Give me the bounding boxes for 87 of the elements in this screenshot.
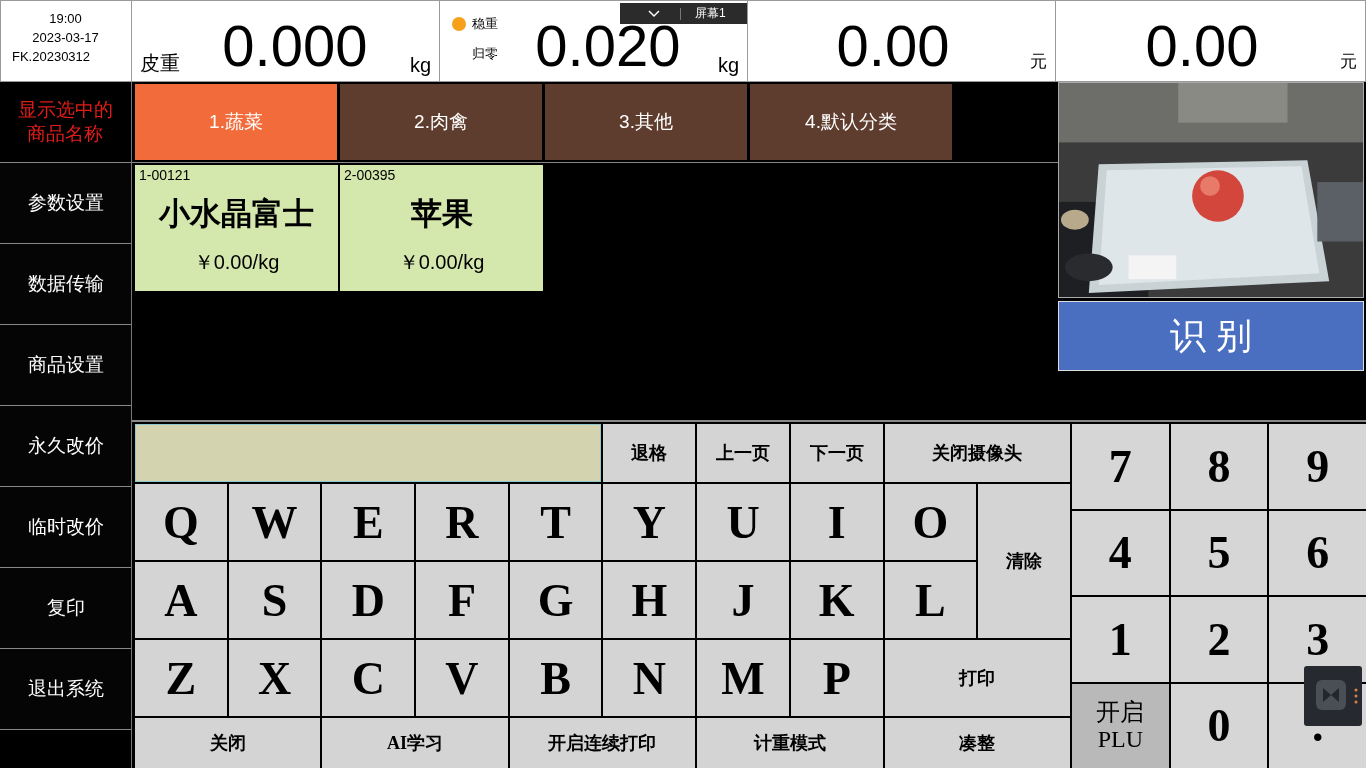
display-unit: 元 — [1340, 51, 1357, 73]
key-button[interactable]: 凑整 — [884, 718, 1070, 768]
key-button[interactable]: X — [228, 640, 321, 716]
numpad-key[interactable]: 9 — [1269, 424, 1366, 509]
key-button[interactable]: R — [416, 484, 508, 560]
numpad-key[interactable]: 8 — [1170, 424, 1268, 509]
key-button[interactable]: Y — [603, 484, 696, 560]
key-button[interactable]: 打印 — [884, 640, 1070, 716]
key-button[interactable]: S — [228, 562, 321, 638]
display-value: 0.00 — [1144, 21, 1260, 71]
product-tile[interactable]: 2-00395 苹果 ￥0.00/kg — [340, 165, 543, 291]
plu-toggle-button[interactable]: 开启 PLU — [1072, 683, 1169, 768]
sidebar-item[interactable]: 复印 — [0, 568, 131, 649]
key-button[interactable]: Z — [135, 640, 227, 716]
key-button[interactable]: 清除 — [978, 484, 1070, 638]
key-button[interactable]: D — [322, 562, 415, 638]
numpad-key[interactable]: 0 — [1170, 683, 1268, 768]
display-unit: 元 — [1030, 51, 1047, 73]
key-button[interactable]: P — [790, 640, 883, 716]
product-price: ￥0.00/kg — [192, 250, 281, 275]
key-button[interactable]: W — [228, 484, 321, 560]
indicator-label: 归零 — [472, 45, 498, 63]
key-button[interactable]: 关闭摄像头 — [884, 424, 1070, 482]
display-unit: kg — [409, 54, 431, 77]
key-button[interactable]: H — [603, 562, 696, 638]
numpad-key[interactable]: 5 — [1170, 510, 1268, 595]
display-unit: kg — [717, 54, 739, 77]
sidebar-item[interactable]: 参数设置 — [0, 163, 131, 244]
key-button[interactable]: 开启连续打印 — [509, 718, 696, 768]
numpad-key[interactable]: 3 — [1269, 597, 1366, 682]
screen-label[interactable]: 屏幕1 — [695, 5, 726, 22]
product-code: 1-00121 — [139, 167, 192, 183]
numpad-key[interactable]: 2 — [1170, 597, 1268, 682]
product-tile[interactable]: 1-00121 小水晶富士 ￥0.00/kg — [135, 165, 338, 291]
key-button[interactable]: 关闭 — [135, 718, 321, 768]
key-button[interactable]: N — [603, 640, 696, 716]
key-button[interactable]: J — [697, 562, 789, 638]
category-tab[interactable]: 2.肉禽 — [340, 84, 542, 160]
key-button[interactable]: M — [697, 640, 789, 716]
category-tab[interactable]: 3.其他 — [545, 84, 747, 160]
display-label: 皮重 — [140, 51, 180, 76]
product-price: ￥0.00/kg — [397, 250, 486, 275]
sidebar-item[interactable]: 商品设置 — [0, 325, 131, 406]
recognize-button[interactable]: 识 别 — [1058, 301, 1364, 371]
indicator-label: 稳重 — [472, 15, 498, 33]
product-name: 小水晶富士 — [157, 195, 315, 233]
display-value: 0.020 — [534, 21, 682, 71]
key-button[interactable]: C — [322, 640, 415, 716]
sidebar-item[interactable]: 临时改价 — [0, 487, 131, 568]
sidebar-item[interactable]: 退出系统 — [0, 649, 131, 730]
key-button[interactable]: 下一页 — [790, 424, 883, 482]
key-button[interactable]: E — [322, 484, 415, 560]
bowtie-icon[interactable] — [1316, 680, 1346, 710]
key-button[interactable]: AI学习 — [322, 718, 508, 768]
key-button[interactable]: F — [416, 562, 508, 638]
key-button[interactable]: V — [416, 640, 508, 716]
numpad-key[interactable]: 7 — [1072, 424, 1169, 509]
date-text: 2023-03-17 — [32, 30, 100, 45]
key-button[interactable]: L — [884, 562, 977, 638]
sidebar-item[interactable]: 永久改价 — [0, 406, 131, 487]
category-tab[interactable]: 4.默认分类 — [750, 84, 952, 160]
key-button[interactable]: U — [697, 484, 789, 560]
display-value: 0.00 — [835, 21, 951, 71]
key-button[interactable]: 计重模式 — [697, 718, 883, 768]
display-value: 0.000 — [221, 21, 369, 71]
key-button[interactable]: G — [509, 562, 602, 638]
numpad-key[interactable]: 6 — [1269, 510, 1366, 595]
key-button[interactable]: A — [135, 562, 227, 638]
key-button[interactable]: B — [509, 640, 602, 716]
input-field[interactable] — [135, 424, 602, 482]
numpad-key[interactable]: 4 — [1072, 510, 1169, 595]
product-name: 苹果 — [409, 195, 474, 233]
numpad-key[interactable]: 1 — [1072, 597, 1169, 682]
selected-product-name: 显示选中的商品名称 — [17, 98, 114, 146]
key-button[interactable]: 退格 — [603, 424, 696, 482]
key-button[interactable]: O — [884, 484, 977, 560]
key-button[interactable]: Q — [135, 484, 227, 560]
key-button[interactable]: 上一页 — [697, 424, 789, 482]
key-button[interactable]: T — [509, 484, 602, 560]
sidebar-item[interactable]: 数据传输 — [0, 244, 131, 325]
chevron-down-icon[interactable] — [648, 9, 660, 18]
version-text: FK.20230312 — [12, 49, 92, 64]
more-icon[interactable] — [1354, 688, 1358, 704]
key-button[interactable]: I — [790, 484, 883, 560]
key-button[interactable]: K — [790, 562, 883, 638]
product-code: 2-00395 — [344, 167, 397, 183]
clock-time: 19:00 — [49, 11, 83, 26]
